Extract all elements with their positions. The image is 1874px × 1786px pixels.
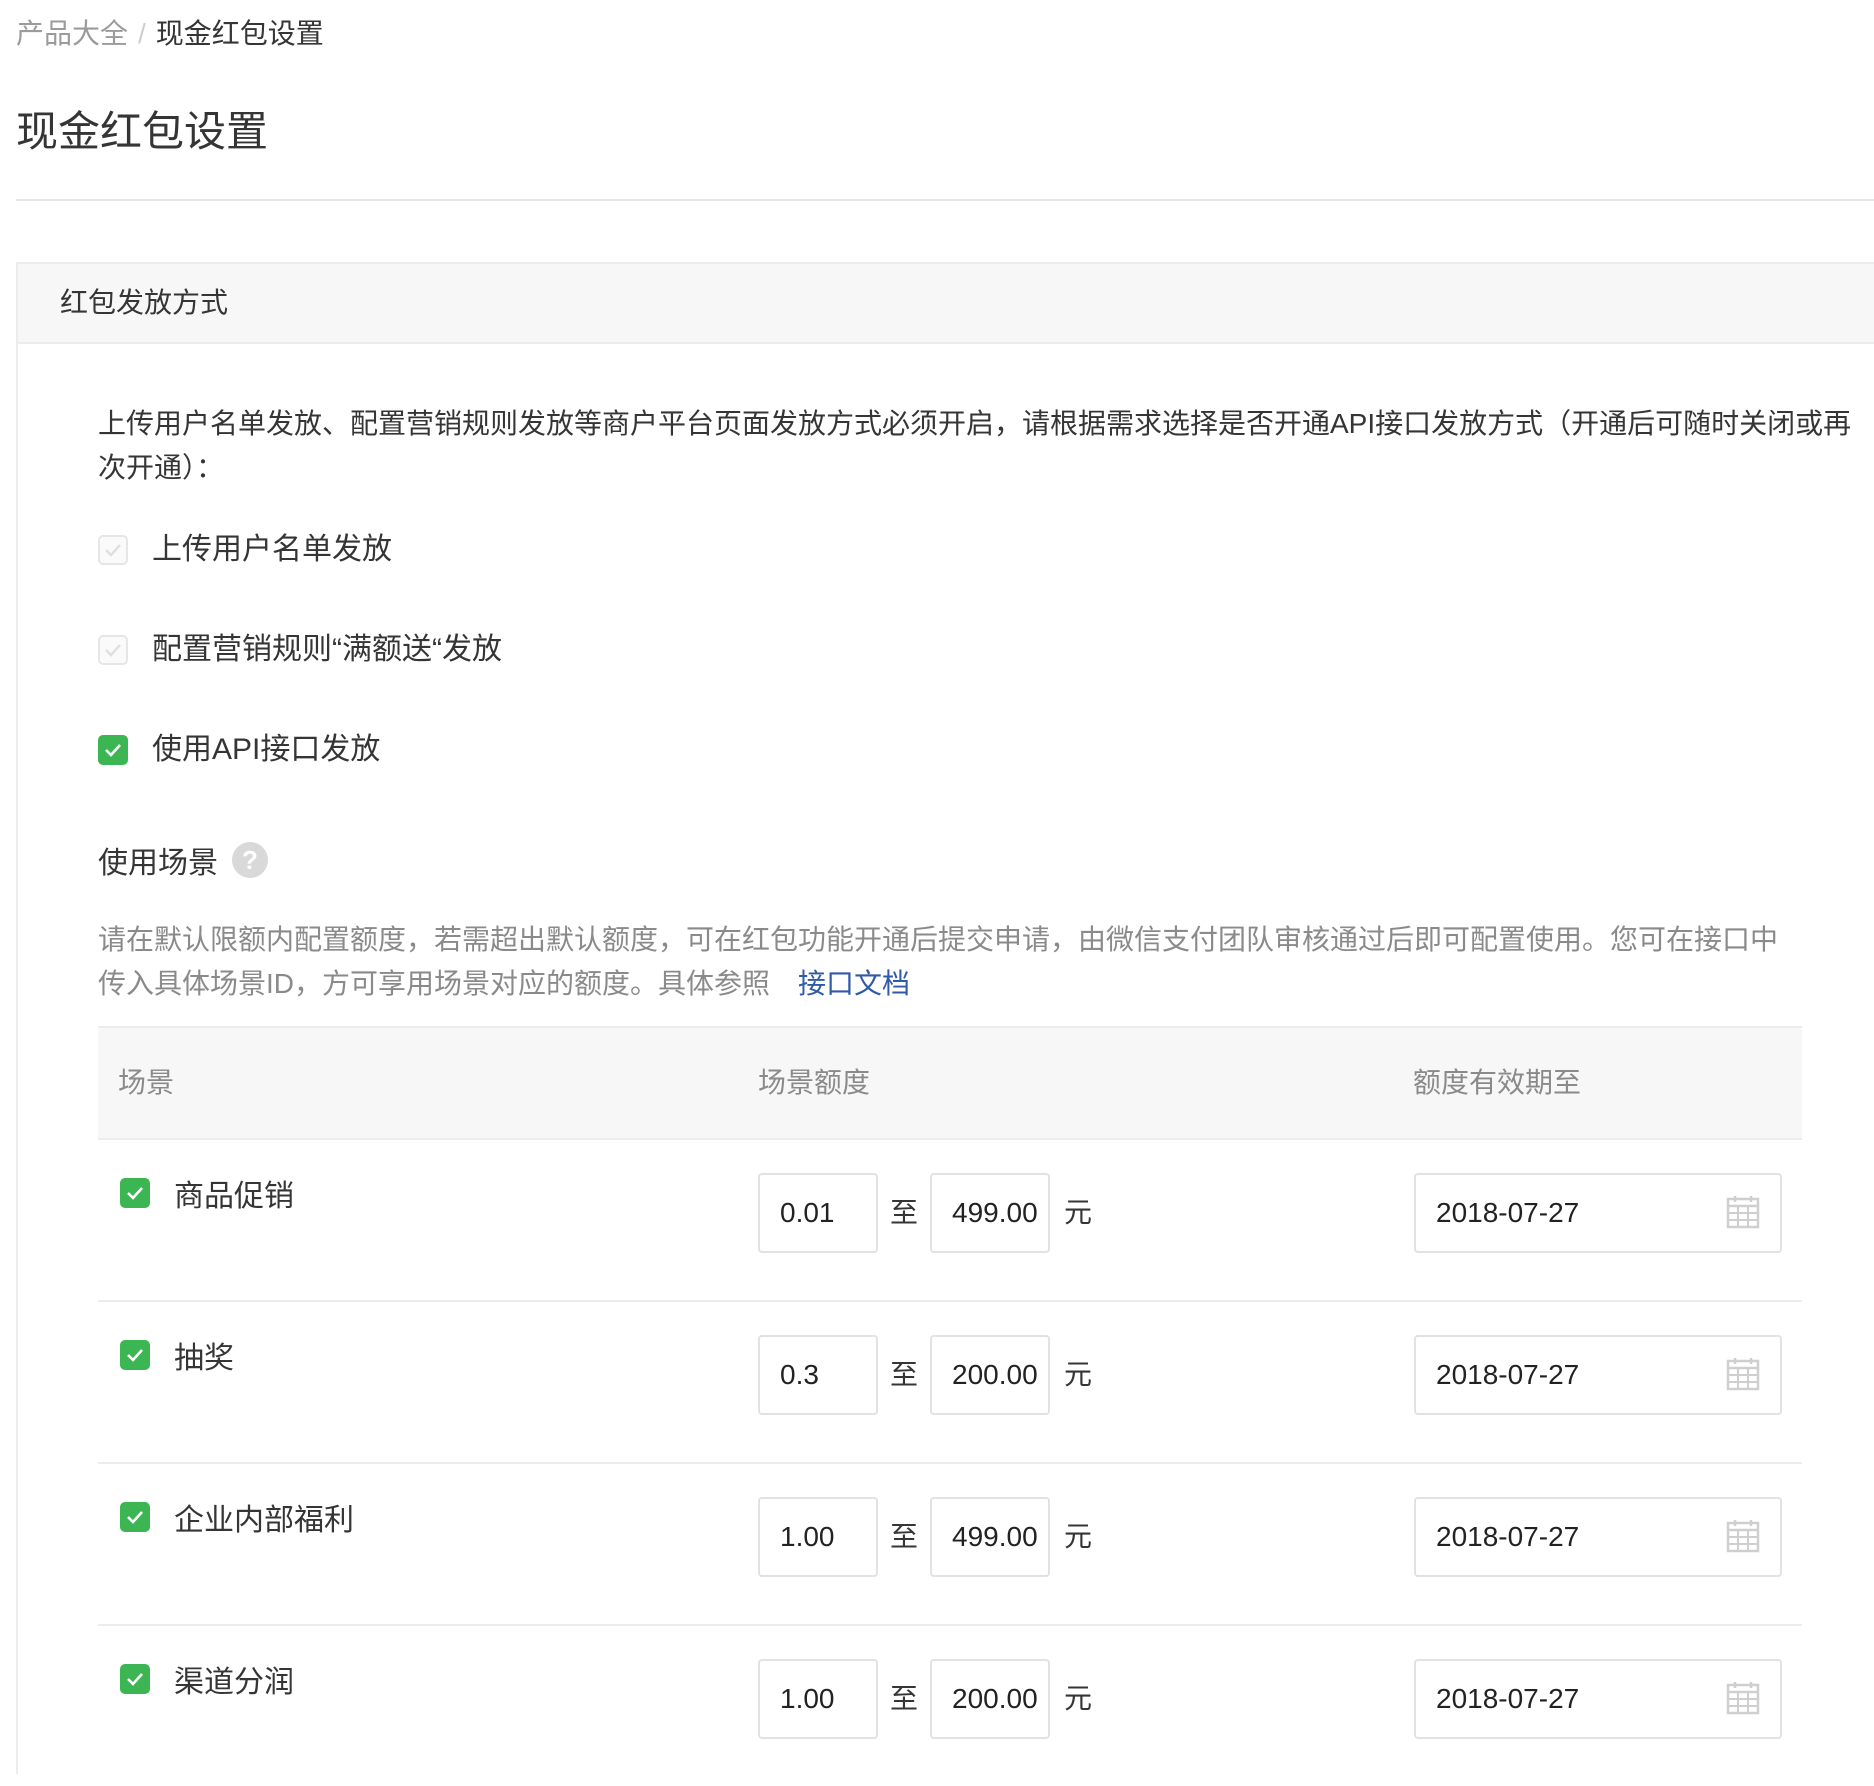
- intro-line-1: 上传用户名单发放、配置营销规则发放等商户平台页面发放方式必须开启，请根据需求选择…: [98, 408, 1852, 439]
- marketing-rule-label: 配置营销规则“满额送“发放: [152, 633, 502, 666]
- desc-line-2-text: 传入具体场景ID，方可享用场景对应的额度。具体参照: [98, 968, 771, 999]
- api-checkbox[interactable]: [98, 735, 128, 765]
- col-scene: 场景: [118, 1067, 175, 1098]
- scene-title-text: 使用场景: [98, 847, 218, 880]
- unit-label: 元: [1064, 1521, 1093, 1552]
- breadcrumb: 产品大全 / 现金红包设置: [16, 14, 324, 54]
- min-amount-input[interactable]: 1.00: [758, 1659, 878, 1739]
- expiry-date-input[interactable]: 2018-07-27: [1414, 1497, 1782, 1577]
- api-label: 使用API接口发放: [152, 733, 381, 766]
- intro-text: 上传用户名单发放、配置营销规则发放等商户平台页面发放方式必须开启，请根据需求选择…: [98, 402, 1858, 490]
- expiry-date-value: 2018-07-27: [1436, 1683, 1580, 1714]
- breadcrumb-parent-link[interactable]: 产品大全: [16, 18, 128, 49]
- scene-cell: 抽奖: [120, 1335, 234, 1375]
- expiry-date-input[interactable]: 2018-07-27: [1414, 1659, 1782, 1739]
- option-upload-list: 上传用户名单发放: [98, 530, 392, 570]
- scene-cell: 渠道分润: [120, 1659, 294, 1699]
- scene-checkbox[interactable]: [120, 1502, 150, 1532]
- scene-cell: 企业内部福利: [120, 1497, 354, 1537]
- question-icon[interactable]: ?: [232, 842, 268, 878]
- expiry-date-input[interactable]: 2018-07-27: [1414, 1173, 1782, 1253]
- scene-checkbox[interactable]: [120, 1178, 150, 1208]
- table-row: 企业内部福利 1.00 至 499.00 元 2018-07-27: [98, 1464, 1802, 1626]
- calendar-icon[interactable]: [1726, 1519, 1760, 1553]
- range-to-label: 至: [890, 1197, 919, 1228]
- table-row: 商品促销 0.01 至 499.00 元 2018-07-27: [98, 1140, 1802, 1302]
- breadcrumb-separator: /: [138, 18, 146, 49]
- page-title: 现金红包设置: [16, 108, 269, 155]
- table-row: 渠道分润 1.00 至 200.00 元 2018-07-27: [98, 1626, 1802, 1786]
- max-amount-input[interactable]: 499.00: [930, 1173, 1050, 1253]
- min-amount-input[interactable]: 0.01: [758, 1173, 878, 1253]
- table-header: 场景 场景额度 额度有效期至: [98, 1026, 1802, 1140]
- scene-name: 商品促销: [174, 1180, 294, 1213]
- upload-list-label: 上传用户名单发放: [152, 533, 392, 566]
- unit-label: 元: [1064, 1359, 1093, 1390]
- scene-checkbox[interactable]: [120, 1340, 150, 1370]
- expiry-date-input[interactable]: 2018-07-27: [1414, 1335, 1782, 1415]
- option-api: 使用API接口发放: [98, 730, 380, 770]
- scene-name: 企业内部福利: [174, 1504, 354, 1537]
- breadcrumb-current: 现金红包设置: [155, 18, 324, 49]
- max-amount-input[interactable]: 200.00: [930, 1659, 1050, 1739]
- range-to-label: 至: [890, 1521, 919, 1552]
- scene-table: 场景 场景额度 额度有效期至 商品促销 0.01 至 499.00 元 2018…: [98, 1026, 1802, 1786]
- scene-description: 请在默认限额内配置额度，若需超出默认额度，可在红包功能开通后提交申请，由微信支付…: [98, 918, 1818, 1006]
- calendar-icon[interactable]: [1726, 1681, 1760, 1715]
- api-doc-link[interactable]: 接口文档: [798, 968, 910, 999]
- expiry-date-value: 2018-07-27: [1436, 1359, 1580, 1390]
- table-row: 抽奖 0.3 至 200.00 元 2018-07-27: [98, 1302, 1802, 1464]
- unit-label: 元: [1064, 1683, 1093, 1714]
- calendar-icon[interactable]: [1726, 1195, 1760, 1229]
- scene-name: 抽奖: [174, 1342, 234, 1375]
- max-amount-input[interactable]: 499.00: [930, 1497, 1050, 1577]
- expiry-date-value: 2018-07-27: [1436, 1521, 1580, 1552]
- scene-checkbox[interactable]: [120, 1664, 150, 1694]
- unit-label: 元: [1064, 1197, 1093, 1228]
- range-to-label: 至: [890, 1683, 919, 1714]
- desc-line-2: 传入具体场景ID，方可享用场景对应的额度。具体参照 接口文档: [98, 962, 1818, 1006]
- intro-line-2: 次开通）：: [98, 452, 225, 483]
- desc-line-1: 请在默认限额内配置额度，若需超出默认额度，可在红包功能开通后提交申请，由微信支付…: [98, 924, 1779, 955]
- marketing-rule-checkbox[interactable]: [98, 635, 128, 665]
- min-amount-input[interactable]: 0.3: [758, 1335, 878, 1415]
- max-amount-input[interactable]: 200.00: [930, 1335, 1050, 1415]
- range-to-label: 至: [890, 1359, 919, 1390]
- scene-name: 渠道分润: [174, 1666, 294, 1699]
- scene-cell: 商品促销: [120, 1173, 294, 1213]
- calendar-icon[interactable]: [1726, 1357, 1760, 1391]
- scene-section-title: 使用场景 ?: [98, 840, 268, 880]
- panel-title: 红包发放方式: [18, 264, 1874, 344]
- title-divider: [16, 199, 1874, 201]
- col-expiry: 额度有效期至: [1413, 1067, 1582, 1098]
- expiry-date-value: 2018-07-27: [1436, 1197, 1580, 1228]
- col-amount: 场景额度: [758, 1067, 871, 1098]
- upload-list-checkbox[interactable]: [98, 535, 128, 565]
- min-amount-input[interactable]: 1.00: [758, 1497, 878, 1577]
- option-marketing-rule: 配置营销规则“满额送“发放: [98, 630, 502, 670]
